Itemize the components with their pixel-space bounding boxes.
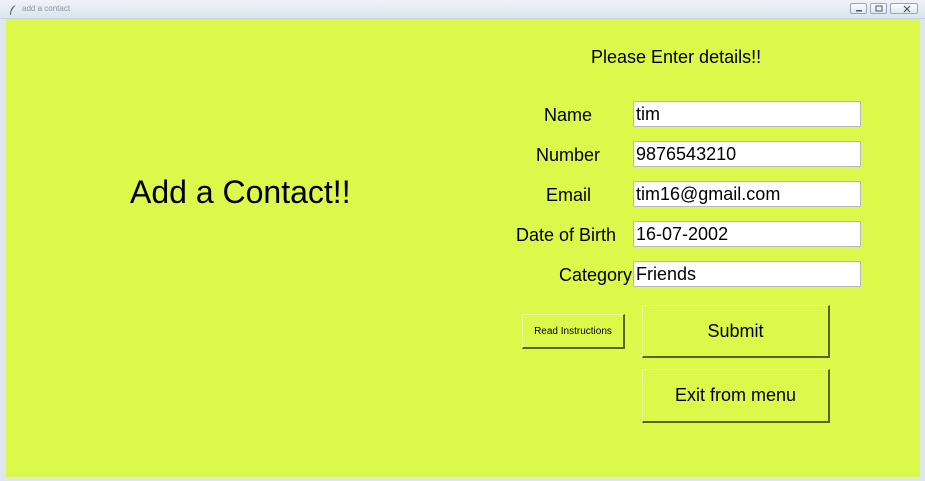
window-content: Add a Contact!! Please Enter details!! N… [6, 19, 920, 477]
close-button[interactable] [890, 3, 918, 14]
dob-field[interactable] [633, 221, 861, 247]
minimize-button[interactable] [850, 3, 867, 14]
number-field[interactable] [633, 141, 861, 167]
exit-menu-button[interactable]: Exit from menu [642, 369, 830, 423]
page-title: Add a Contact!! [130, 174, 351, 210]
name-label: Name [544, 105, 593, 125]
maximize-button[interactable] [870, 3, 887, 14]
name-field[interactable] [633, 101, 861, 127]
submit-button[interactable]: Submit [642, 305, 830, 358]
read-instructions-button[interactable]: Read Instructions [522, 314, 625, 349]
email-field[interactable] [633, 181, 861, 207]
form-subtitle: Please Enter details!! [591, 47, 762, 67]
window-title: add a contact [22, 4, 71, 13]
number-label: Number [536, 145, 601, 165]
category-label: Category [559, 265, 633, 285]
title-bar: add a contact [0, 0, 925, 19]
email-label: Email [546, 185, 592, 205]
category-field[interactable] [633, 261, 861, 287]
feather-icon [8, 3, 18, 15]
dob-label: Date of Birth [516, 225, 617, 245]
